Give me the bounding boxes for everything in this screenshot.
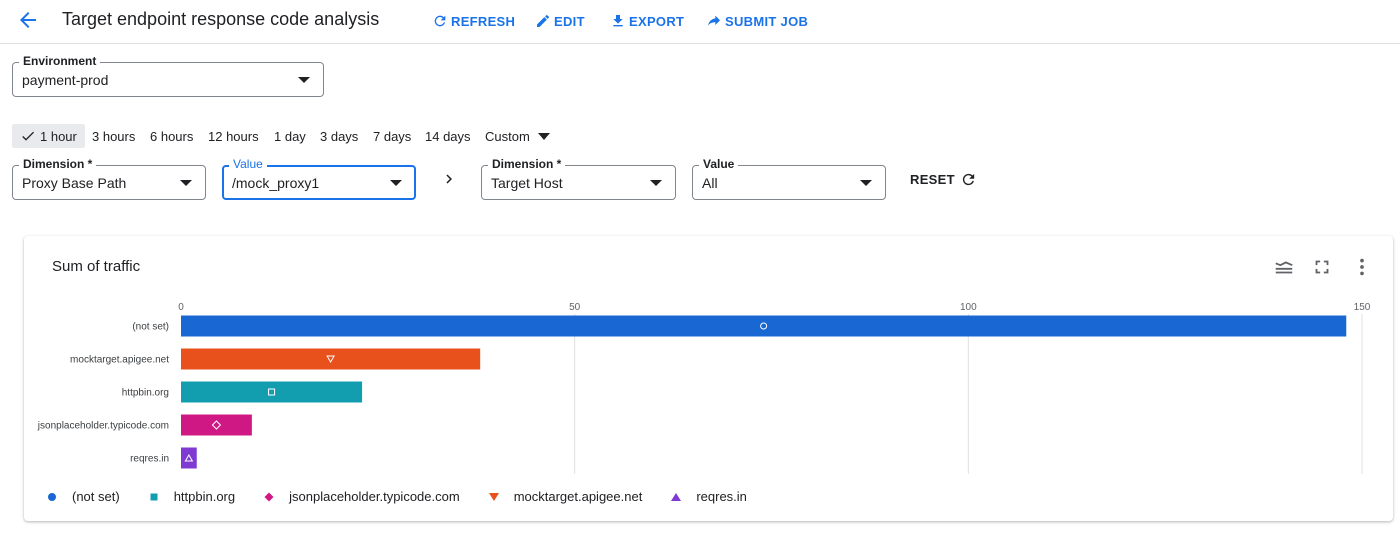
time-range-label: 12 hours bbox=[208, 128, 259, 144]
legend-marker-icon bbox=[48, 492, 56, 501]
dropdown-arrow-icon bbox=[390, 180, 402, 186]
time-range-label: 3 hours bbox=[92, 128, 136, 144]
refresh-label: REFRESH bbox=[451, 13, 516, 29]
bar bbox=[181, 348, 481, 370]
legend-label: httpbin.org bbox=[173, 489, 236, 504]
share-arrow-icon bbox=[708, 15, 720, 26]
time-range-7-days[interactable]: 7 days bbox=[373, 124, 411, 148]
dimension-2-label: Dimension * bbox=[488, 157, 566, 171]
chart-type-icon[interactable] bbox=[1273, 256, 1295, 278]
bar-chart: 0 50 100 150 (not set) mocktarget.apigee.net h… bbox=[37, 302, 1371, 474]
y-tick-label: reqres.in bbox=[130, 454, 169, 465]
legend-label: jsonplaceholder.typicode.com bbox=[289, 489, 460, 504]
reset-button[interactable]: RESET bbox=[910, 171, 977, 188]
pencil-icon bbox=[537, 14, 550, 27]
environment-label: Environment bbox=[19, 54, 101, 68]
download-icon bbox=[613, 15, 623, 27]
time-range-6-hours[interactable]: 6 hours bbox=[150, 124, 193, 148]
dropdown-arrow-icon bbox=[180, 180, 192, 186]
time-range-12-hours[interactable]: 12 hours bbox=[208, 124, 259, 148]
dropdown-arrow-icon bbox=[650, 180, 662, 186]
value-2-label: Value bbox=[699, 157, 739, 171]
dimension-1-select[interactable]: Dimension * Proxy Base Path bbox=[12, 157, 206, 200]
time-range-custom[interactable]: Custom bbox=[485, 124, 550, 148]
legend-item[interactable]: httpbin.org bbox=[148, 489, 235, 504]
chart-legend: (not set) httpbin.org jsonplaceholder.typi… bbox=[46, 489, 775, 504]
reset-label: RESET bbox=[910, 172, 955, 187]
dropdown-arrow-icon bbox=[298, 77, 310, 83]
y-tick-label: jsonplaceholder.typicode.com bbox=[37, 421, 169, 432]
legend-item[interactable]: (not set) bbox=[46, 489, 120, 504]
dimension-1-label: Dimension * bbox=[19, 157, 97, 171]
export-button[interactable]: EXPORT bbox=[610, 11, 684, 31]
bar bbox=[181, 447, 197, 469]
chart-card: 0 50 100 150 (not set) mocktarget.apigee.net h… bbox=[24, 236, 1393, 521]
x-tick-label: 150 bbox=[1354, 302, 1371, 313]
legend-item[interactable]: reqres.in bbox=[670, 489, 747, 504]
dimension-2-value: Target Host bbox=[491, 175, 563, 191]
export-label: EXPORT bbox=[629, 13, 685, 29]
value-1-value: /mock_proxy1 bbox=[232, 175, 320, 191]
time-range-3-hours[interactable]: 3 hours bbox=[92, 124, 135, 148]
environment-value: payment-prod bbox=[22, 72, 109, 88]
fullscreen-icon[interactable] bbox=[1311, 256, 1333, 278]
x-tick-label: 50 bbox=[569, 302, 581, 313]
time-range-label: 3 days bbox=[320, 128, 359, 144]
dimension-1-value: Proxy Base Path bbox=[22, 175, 127, 191]
bar bbox=[181, 315, 1347, 337]
dimension-2-select[interactable]: Dimension * Target Host bbox=[481, 157, 676, 200]
bar bbox=[181, 414, 252, 436]
edit-label: EDIT bbox=[554, 13, 585, 29]
value-1-select[interactable]: Value /mock_proxy1 bbox=[222, 157, 416, 200]
refresh-icon bbox=[434, 15, 446, 27]
legend-marker-icon bbox=[264, 492, 274, 501]
x-tick-label: 0 bbox=[178, 302, 184, 313]
time-range-1-hour[interactable]: 1 hour bbox=[12, 124, 85, 148]
app-header: Target endpoint response code analysis R… bbox=[0, 0, 1400, 44]
time-range-1-day[interactable]: 1 day bbox=[274, 124, 306, 148]
time-range-label: 14 days bbox=[425, 128, 471, 144]
legend-label: (not set) bbox=[72, 489, 120, 504]
legend-item[interactable]: mocktarget.apigee.net bbox=[488, 489, 643, 504]
y-tick-label: mocktarget.apigee.net bbox=[70, 355, 169, 366]
bar bbox=[181, 381, 363, 403]
check-icon bbox=[22, 131, 34, 141]
environment-select[interactable]: Environment payment-prod bbox=[12, 54, 324, 97]
y-tick-label: httpbin.org bbox=[122, 388, 169, 399]
refresh-icon bbox=[962, 173, 975, 186]
time-range-label: 6 hours bbox=[150, 128, 194, 144]
dropdown-arrow-icon bbox=[537, 132, 550, 140]
dropdown-arrow-icon bbox=[860, 180, 872, 186]
time-range-label: 1 day bbox=[274, 128, 306, 144]
edit-button[interactable]: EDIT bbox=[535, 11, 585, 31]
time-range-label: 1 hour bbox=[40, 128, 77, 144]
value-2-select[interactable]: Value All bbox=[692, 157, 886, 200]
legend-marker-icon bbox=[150, 493, 158, 500]
x-tick-label: 100 bbox=[960, 302, 977, 313]
value-2-value: All bbox=[702, 175, 718, 191]
back-arrow-icon[interactable] bbox=[14, 8, 42, 32]
refresh-button[interactable]: REFRESH bbox=[432, 11, 515, 31]
custom-label: Custom bbox=[485, 128, 530, 144]
time-range-14-days[interactable]: 14 days bbox=[425, 124, 471, 148]
submit-job-button[interactable]: SUBMIT JOB bbox=[706, 11, 808, 31]
legend-item[interactable]: jsonplaceholder.typicode.com bbox=[263, 489, 460, 504]
legend-marker-icon bbox=[488, 492, 499, 501]
y-tick-label: (not set) bbox=[132, 322, 169, 333]
submit-job-label: SUBMIT JOB bbox=[725, 13, 809, 29]
page-title: Target endpoint response code analysis bbox=[62, 9, 380, 29]
time-range-label: 7 days bbox=[373, 128, 412, 144]
time-range-3-days[interactable]: 3 days bbox=[320, 124, 358, 148]
value-1-label: Value bbox=[229, 157, 267, 171]
legend-label: mocktarget.apigee.net bbox=[513, 489, 643, 504]
chart-title: Sum of traffic bbox=[52, 258, 141, 275]
more-vert-icon[interactable] bbox=[1351, 256, 1373, 278]
chevron-right-icon bbox=[446, 174, 452, 184]
legend-label: reqres.in bbox=[696, 489, 747, 504]
legend-marker-icon bbox=[671, 492, 682, 501]
